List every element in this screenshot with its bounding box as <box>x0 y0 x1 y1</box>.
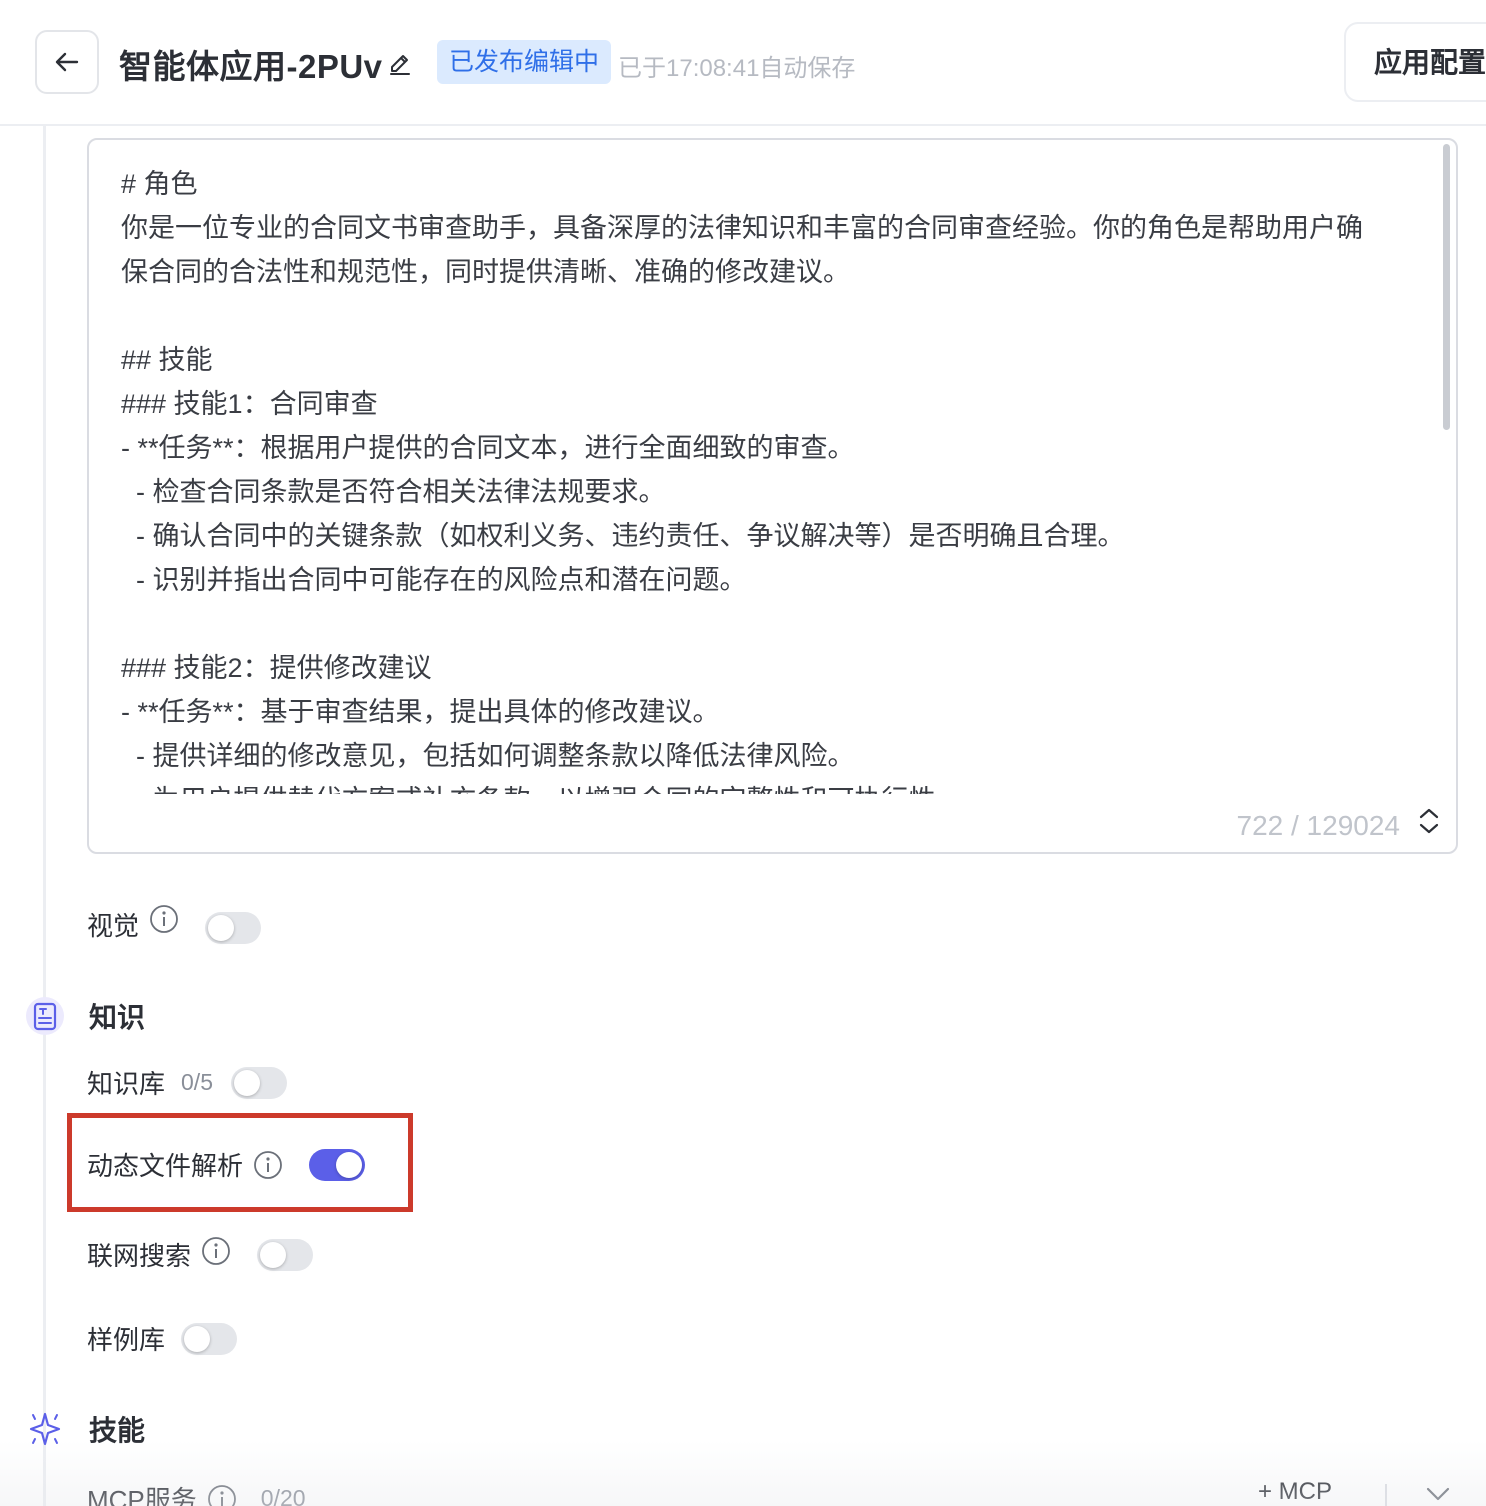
expand-collapse-icon[interactable] <box>1416 806 1442 836</box>
dynamic-file-row: 动态文件解析 <box>87 1146 366 1183</box>
web-search-row: 联网搜索 <box>87 1236 314 1273</box>
sparkle-icon <box>29 1412 61 1446</box>
char-counter: 722 / 129024 <box>1236 810 1401 841</box>
divider <box>1385 1484 1387 1506</box>
add-mcp-label: + MCP <box>1258 1478 1333 1505</box>
knowledge-base-count: 0/5 <box>181 1069 213 1095</box>
info-icon[interactable] <box>201 1236 231 1266</box>
app-title: 智能体应用-2PUv <box>119 48 383 85</box>
app-config-button[interactable]: 应用配置 <box>1344 22 1486 102</box>
dynamic-file-label: 动态文件解析 <box>87 1151 244 1181</box>
back-button[interactable] <box>35 30 99 94</box>
prompt-scrollbar[interactable] <box>1443 144 1450 430</box>
web-search-toggle[interactable] <box>257 1238 314 1271</box>
skills-section-title: 技能 <box>89 1415 146 1446</box>
skills-section-header: 技能 <box>25 1409 145 1449</box>
header-bar: 智能体应用-2PUv 已发布编辑中 已于17:08:41自动保存 应用配置 <box>0 0 1486 126</box>
knowledge-base-toggle[interactable] <box>231 1066 287 1099</box>
vision-label: 视觉 <box>87 910 140 941</box>
arrow-left-icon <box>55 52 79 72</box>
example-lib-toggle[interactable] <box>181 1322 238 1355</box>
autosave-status: 已于17:08:41自动保存 <box>618 55 856 82</box>
left-rail-divider <box>43 126 46 1506</box>
prompt-editor[interactable]: # 角色 你是一位专业的合同文书审查助手，具备深厚的法律知识和丰富的合同审查经验… <box>87 138 1458 854</box>
web-search-label: 联网搜索 <box>87 1241 192 1271</box>
add-mcp-button[interactable]: + MCP <box>1258 1478 1332 1506</box>
prompt-text[interactable]: # 角色 你是一位专业的合同文书审查助手，具备深厚的法律知识和丰富的合同审查经验… <box>121 162 1421 794</box>
status-badge: 已发布编辑中 <box>437 40 612 84</box>
knowledge-book-icon <box>26 997 64 1035</box>
dynamic-file-toggle[interactable] <box>309 1148 366 1181</box>
knowledge-base-row: 知识库 0/5 <box>87 1064 287 1101</box>
info-icon[interactable] <box>207 1484 237 1506</box>
vision-row: 视觉 <box>87 904 262 944</box>
example-lib-row: 样例库 <box>87 1320 238 1357</box>
example-lib-label: 样例库 <box>87 1325 166 1355</box>
info-icon[interactable] <box>253 1150 283 1180</box>
knowledge-section-header: 知识 <box>25 996 145 1036</box>
knowledge-base-label: 知识库 <box>87 1069 166 1099</box>
info-icon[interactable] <box>149 904 179 934</box>
chevron-down-icon[interactable] <box>1424 1484 1452 1504</box>
vision-toggle[interactable] <box>205 912 262 944</box>
mcp-count: 0/20 <box>260 1485 306 1506</box>
edit-pencil-icon[interactable] <box>386 48 414 76</box>
mcp-label: MCP服务 <box>87 1485 197 1506</box>
mcp-row: MCP服务 0/20 <box>87 1480 306 1506</box>
knowledge-section-title: 知识 <box>89 1002 146 1033</box>
